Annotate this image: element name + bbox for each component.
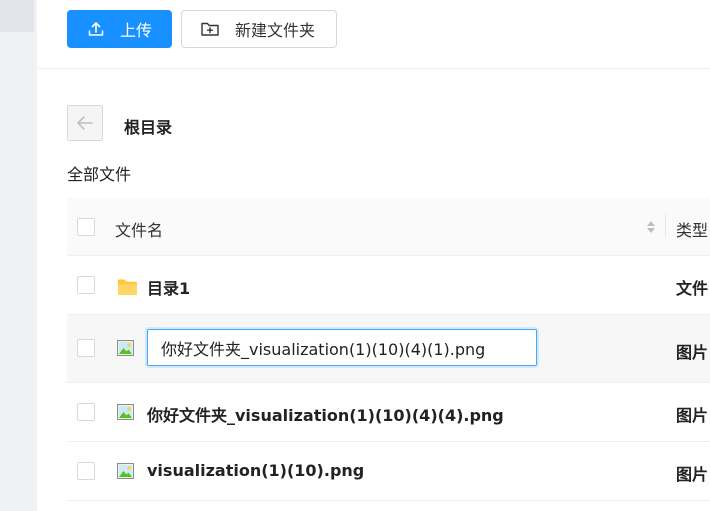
table-row[interactable]: visualization(1)(10).png 图片 [67, 442, 710, 501]
column-header-name[interactable]: 文件名 [115, 217, 163, 241]
file-type: 图片 [676, 343, 709, 362]
table-header: 文件名 类型 [67, 198, 710, 256]
column-header-type: 类型 [676, 221, 709, 240]
table-row[interactable]: 目录1 文件 [67, 256, 710, 315]
select-all-checkbox[interactable] [77, 218, 95, 236]
file-name[interactable]: visualization(1)(10).png [147, 461, 364, 480]
folder-add-icon [201, 22, 219, 36]
sidebar-selected-item[interactable] [0, 0, 34, 32]
file-manager-panel: 上传 新建文件夹 根目录 全部文件 文件名 类型 目录1 文件 你好文件夹_vi… [37, 0, 710, 511]
file-name[interactable]: 你好文件夹_visualization(1)(10)(4)(4).png [147, 402, 504, 426]
rename-input[interactable] [147, 329, 537, 366]
folder-icon [118, 279, 137, 295]
upload-icon [88, 22, 104, 36]
file-type: 图片 [676, 465, 709, 484]
sort-icon[interactable] [646, 219, 656, 235]
breadcrumb-current[interactable]: 根目录 [124, 114, 172, 138]
file-type: 文件 [676, 279, 709, 298]
row-checkbox[interactable] [77, 339, 95, 357]
new-folder-button[interactable]: 新建文件夹 [181, 10, 337, 48]
column-divider [665, 214, 666, 238]
image-icon [117, 404, 134, 420]
arrow-left-icon [77, 116, 93, 130]
row-checkbox[interactable] [77, 276, 95, 294]
section-title: 全部文件 [67, 165, 132, 184]
file-table: 文件名 类型 目录1 文件 你好文件夹_visualization(1)(10)… [67, 198, 710, 501]
new-folder-label: 新建文件夹 [235, 21, 316, 40]
table-row[interactable]: 你好文件夹_visualization(1)(10)(4)(4).png 图片 [67, 383, 710, 442]
row-checkbox[interactable] [77, 462, 95, 480]
toolbar: 上传 新建文件夹 [37, 0, 710, 69]
file-type: 图片 [676, 406, 709, 425]
file-name[interactable]: 目录1 [147, 275, 190, 299]
upload-label: 上传 [120, 21, 153, 40]
upload-button[interactable]: 上传 [67, 10, 172, 48]
back-button[interactable] [67, 105, 103, 141]
left-sidebar [0, 0, 34, 511]
table-row[interactable]: 图片 [67, 315, 710, 383]
row-checkbox[interactable] [77, 403, 95, 421]
image-icon [117, 463, 134, 479]
image-icon [117, 340, 134, 356]
